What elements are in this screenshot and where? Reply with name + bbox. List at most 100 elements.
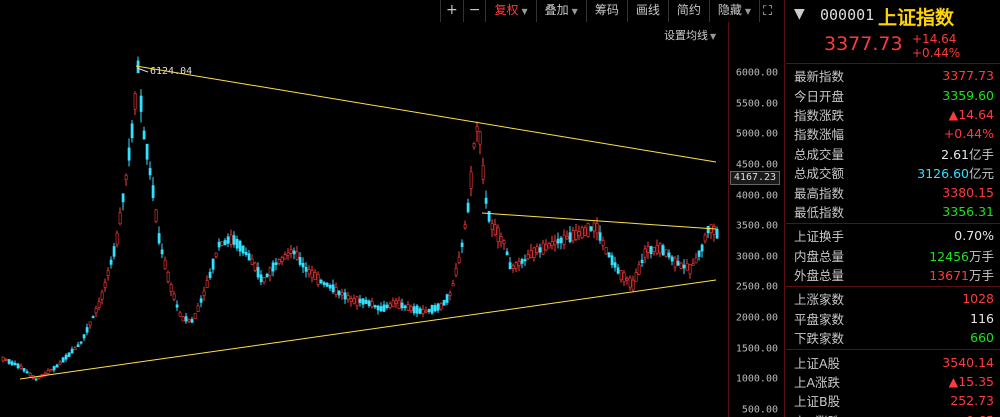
quote-row-number: 13671 — [929, 268, 969, 284]
y-tick-label: 5000.00 — [735, 128, 778, 140]
candle-body — [358, 298, 362, 303]
candle-body — [643, 248, 647, 258]
candle-body — [106, 270, 110, 276]
candle-body — [493, 224, 497, 236]
candle-body — [712, 226, 716, 235]
quote-row-number: 3540.14 — [942, 354, 994, 370]
candle-body — [427, 308, 431, 312]
candle-body — [364, 299, 368, 304]
candle-body — [562, 234, 566, 245]
y-tick-label: 3500.00 — [735, 220, 778, 232]
candle-body — [13, 362, 17, 366]
candle-body — [556, 238, 560, 244]
zoom-out-button[interactable]: − — [462, 0, 486, 22]
candle-body — [301, 262, 305, 268]
candle-body — [571, 230, 575, 242]
candle-body — [229, 234, 233, 245]
candle-body — [49, 369, 53, 372]
candle-body — [349, 298, 353, 303]
quote-row-label: 上证A股 — [794, 355, 841, 371]
candle-body — [214, 252, 218, 257]
candle-body — [1, 356, 5, 362]
candle-body — [340, 292, 344, 296]
toolbar-menu: 复权 ▼ 叠加 ▼ 筹码 画线 简约 隐藏 ▼ — [485, 0, 759, 22]
candle-body — [127, 147, 131, 161]
candle-body — [502, 240, 506, 244]
zoom-in-button[interactable]: + — [440, 0, 463, 22]
toolbar-item[interactable]: 复权 ▼ — [485, 0, 535, 22]
candle-body — [523, 259, 527, 262]
quote-row: 下跌家数 660 — [786, 328, 1000, 347]
candle-body — [352, 298, 356, 304]
trend-line[interactable] — [481, 212, 717, 230]
candle-body — [664, 249, 668, 257]
candle-body — [655, 245, 659, 254]
candle-body — [145, 143, 149, 160]
candle-body — [448, 292, 452, 296]
quote-row: 最低指数 3356.31 — [786, 202, 1000, 221]
candle-body — [64, 354, 68, 360]
quote-row: 平盘家数 116 — [786, 309, 1000, 328]
moving-average-settings-label: 设置均线 — [664, 29, 708, 42]
candle-body — [91, 316, 95, 319]
quote-row-unit: 万手 — [968, 268, 994, 284]
toolbar-item[interactable]: 筹码 — [585, 0, 627, 22]
toolbar-item[interactable]: 叠加 ▼ — [535, 0, 586, 22]
candle-body — [88, 321, 92, 326]
index-price: 3377.73 — [824, 33, 903, 55]
candle-body — [634, 272, 638, 282]
toolbar-item[interactable]: 画线 — [626, 0, 668, 22]
trend-line[interactable] — [19, 279, 717, 380]
quote-row: 最高指数 3380.15 — [786, 182, 1000, 201]
quote-row-number: 252.73 — [950, 393, 994, 409]
y-tick-label: 4000.00 — [735, 190, 778, 202]
y-tick-label: 2500.00 — [735, 281, 778, 293]
candle-body — [184, 316, 188, 322]
quote-row-value: 13671万手 — [929, 265, 994, 284]
candle-body — [121, 193, 125, 203]
quote-row-number: 2.61 — [941, 146, 969, 162]
candle-body — [697, 250, 701, 257]
candle-body — [334, 287, 338, 295]
trend-line[interactable] — [135, 65, 717, 163]
candle-body — [295, 251, 299, 260]
candle-body — [283, 254, 287, 260]
candle-body — [505, 251, 509, 256]
candle-body — [424, 310, 428, 313]
candle-body — [289, 249, 293, 254]
quote-row-value: ▲0.65 — [957, 413, 994, 417]
quote-row-value: 3540.14 — [942, 355, 994, 370]
quote-row-label: 今日开盘 — [794, 88, 845, 104]
moving-average-settings[interactable]: 设置均线 ▼ — [664, 27, 716, 43]
candle-body — [379, 306, 383, 312]
toolbar-item[interactable]: 隐藏 ▼ — [708, 0, 759, 22]
candle-body — [604, 247, 608, 255]
candle-body — [202, 290, 206, 296]
y-tick-label: 6000.00 — [735, 67, 778, 79]
toolbar-item[interactable]: 简约 — [667, 0, 709, 22]
candlestick-chart[interactable] — [0, 46, 726, 417]
candle-body — [622, 272, 626, 283]
fullscreen-icon[interactable]: ⛶ — [763, 4, 772, 19]
candle-body — [586, 223, 590, 237]
quote-row-number: 3359.60 — [942, 87, 994, 103]
candle-body — [667, 252, 671, 258]
candle-body — [526, 254, 530, 259]
chevron-down-icon: ▼ — [710, 32, 717, 41]
candle-body — [193, 312, 197, 319]
dropdown-arrow-icon[interactable]: ▼ — [794, 6, 805, 22]
quote-row-number: 12456 — [929, 248, 969, 264]
candle-body — [649, 246, 653, 255]
candle-body — [190, 319, 194, 323]
chart-toolbar: + − 复权 ▼ 叠加 ▼ 筹码 画线 简约 隐藏 ▼ — [440, 0, 783, 22]
index-name: 上证指数 — [878, 7, 955, 29]
candle-body — [514, 262, 518, 269]
candle-body — [436, 303, 440, 311]
candle-body — [367, 300, 371, 306]
candle-body — [715, 228, 719, 239]
candle-body — [172, 293, 176, 300]
candle-body — [370, 301, 374, 308]
quote-row-value: 0.70% — [954, 228, 994, 243]
quote-row-unit: 亿手 — [968, 146, 994, 162]
candle-body — [694, 257, 698, 264]
